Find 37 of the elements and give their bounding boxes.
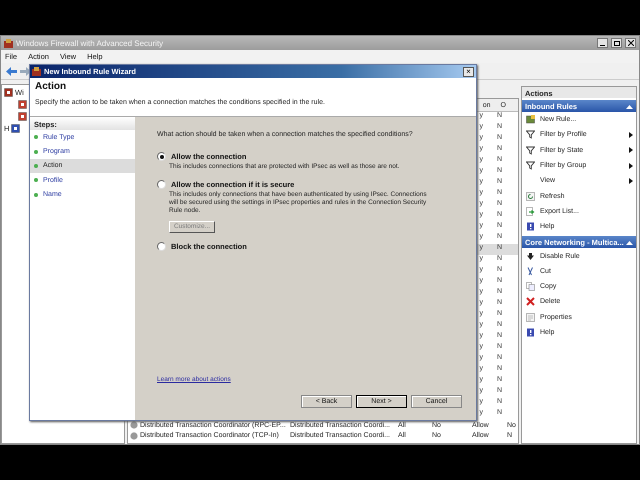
step-bullet-icon: [34, 178, 38, 182]
properties-icon: [526, 312, 535, 322]
window-title: Windows Firewall with Advanced Security: [16, 38, 164, 48]
tree-node-icon: [18, 112, 27, 121]
help-icon: [526, 222, 535, 232]
tree-node-icon: [11, 124, 20, 133]
help-icon: [526, 328, 535, 337]
maximize-button[interactable]: [611, 38, 622, 48]
step-bullet-icon: [34, 192, 38, 197]
close-button[interactable]: [625, 38, 636, 48]
radio-button[interactable]: [157, 180, 166, 190]
submenu-arrow-icon: [629, 162, 633, 169]
radio-button[interactable]: [157, 152, 166, 161]
close-icon: [628, 40, 634, 46]
export-icon: [526, 206, 535, 216]
submenu-arrow-icon: [629, 147, 633, 154]
radio-button[interactable]: [157, 242, 166, 250]
tree-node-icon: [18, 100, 27, 109]
forward-arrow-icon[interactable]: [20, 66, 31, 76]
arrow-down-icon: [526, 252, 535, 261]
delete-icon: [526, 297, 535, 306]
step-bullet-icon: [34, 164, 38, 168]
collapse-icon[interactable]: [626, 240, 633, 245]
page-heading: Action: [35, 81, 68, 92]
refresh-icon: [526, 192, 535, 201]
maximize-icon: [614, 40, 620, 46]
tree-node-icon: [4, 88, 13, 97]
step-bullet-icon: [34, 135, 38, 140]
minimize-button[interactable]: [597, 38, 608, 48]
copy-icon: [526, 282, 535, 292]
scissors-icon: [526, 266, 535, 276]
step-bullet-icon: [34, 150, 38, 154]
submenu-arrow-icon: [629, 132, 633, 138]
close-button[interactable]: ×: [463, 66, 474, 76]
back-arrow-icon[interactable]: [6, 66, 17, 76]
collapse-icon[interactable]: [626, 104, 633, 108]
submenu-arrow-icon: [629, 178, 633, 184]
